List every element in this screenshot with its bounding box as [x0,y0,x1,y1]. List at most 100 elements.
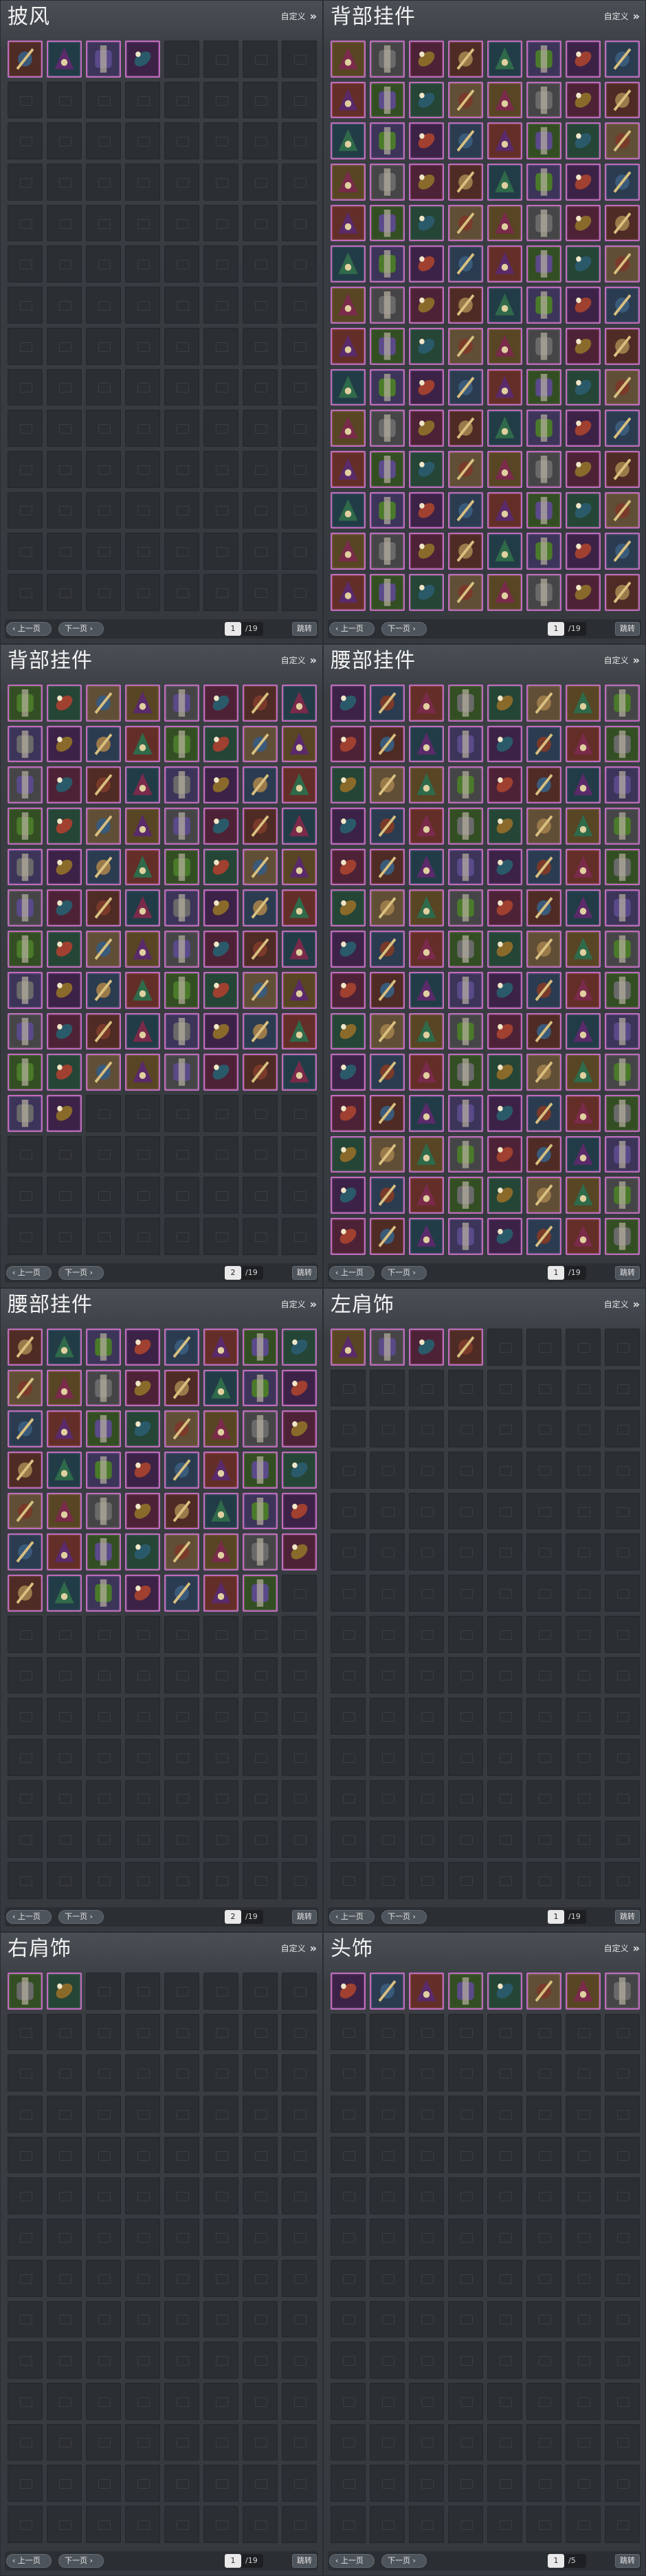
item-slot-empty[interactable] [86,2423,121,2461]
item-slot-empty[interactable] [370,2259,405,2297]
item-slot-empty[interactable] [47,491,82,529]
item-slot-filled[interactable] [86,1329,121,1366]
item-slot-filled[interactable] [605,410,640,447]
item-slot-empty[interactable] [526,2259,561,2297]
item-slot-filled[interactable] [164,889,199,927]
item-slot-empty[interactable] [331,2096,366,2133]
item-slot-empty[interactable] [243,368,278,406]
item-slot-filled[interactable] [331,1329,366,1366]
item-slot-empty[interactable] [164,2054,199,2092]
item-slot-empty[interactable] [331,1410,366,1448]
item-slot-empty[interactable] [282,1575,317,1612]
item-slot-empty[interactable] [409,1861,444,1899]
item-slot-empty[interactable] [331,2342,366,2379]
customize-button[interactable]: 自定义» [281,1298,317,1311]
item-slot-empty[interactable] [448,2096,483,2133]
item-slot-empty[interactable] [448,2259,483,2297]
item-slot-empty[interactable] [243,2054,278,2092]
item-slot-empty[interactable] [47,164,82,201]
item-slot-empty[interactable] [487,2300,522,2338]
item-slot-empty[interactable] [282,573,317,611]
item-slot-filled[interactable] [331,889,366,927]
item-slot-empty[interactable] [47,245,82,283]
item-slot-filled[interactable] [409,808,444,845]
item-slot-filled[interactable] [526,81,561,119]
item-slot-filled[interactable] [203,1410,238,1448]
item-slot-filled[interactable] [487,450,522,488]
item-slot-empty[interactable] [203,164,238,201]
item-slot-empty[interactable] [125,1698,160,1735]
item-slot-empty[interactable] [8,368,43,406]
item-slot-filled[interactable] [526,1177,561,1214]
item-slot-empty[interactable] [86,491,121,529]
item-slot-empty[interactable] [203,122,238,160]
item-slot-filled[interactable] [86,889,121,927]
item-slot-empty[interactable] [282,1698,317,1735]
item-slot-empty[interactable] [125,2300,160,2338]
item-slot-empty[interactable] [203,2096,238,2133]
item-slot-empty[interactable] [331,2259,366,2297]
item-slot-filled[interactable] [526,725,561,763]
item-slot-filled[interactable] [409,41,444,78]
item-slot-empty[interactable] [566,2465,601,2502]
item-slot-empty[interactable] [243,1656,278,1694]
item-slot-filled[interactable] [487,685,522,722]
jump-button[interactable]: 跳转 [292,1910,317,1924]
customize-button[interactable]: 自定义» [604,654,640,667]
item-slot-empty[interactable] [448,2505,483,2543]
item-slot-empty[interactable] [86,573,121,611]
item-slot-empty[interactable] [605,1410,640,1448]
item-slot-filled[interactable] [448,766,483,804]
item-slot-filled[interactable] [47,1054,82,1091]
item-slot-filled[interactable] [125,808,160,845]
item-slot-filled[interactable] [566,164,601,201]
prev-page-button[interactable]: ‹ 上一页 [6,1910,52,1924]
item-slot-filled[interactable] [605,533,640,570]
item-slot-empty[interactable] [605,2136,640,2174]
next-page-button[interactable]: 下一页 › [58,1266,104,1280]
item-slot-empty[interactable] [86,1779,121,1817]
item-slot-filled[interactable] [47,1012,82,1050]
item-slot-empty[interactable] [370,2096,405,2133]
item-slot-filled[interactable] [125,1452,160,1489]
item-slot-empty[interactable] [448,1410,483,1448]
item-slot-empty[interactable] [8,287,43,324]
item-slot-empty[interactable] [125,1779,160,1817]
item-slot-empty[interactable] [243,450,278,488]
item-slot-empty[interactable] [566,1821,601,1858]
item-slot-filled[interactable] [47,808,82,845]
item-slot-empty[interactable] [605,2219,640,2256]
item-slot-empty[interactable] [566,1615,601,1653]
item-slot-filled[interactable] [331,1177,366,1214]
item-slot-empty[interactable] [566,2013,601,2051]
item-slot-filled[interactable] [164,1054,199,1091]
item-slot-filled[interactable] [448,1012,483,1050]
item-slot-filled[interactable] [370,41,405,78]
item-slot-empty[interactable] [47,2259,82,2297]
item-slot-filled[interactable] [409,1329,444,1366]
page-number-input[interactable]: 1 [225,622,241,636]
item-slot-empty[interactable] [331,2136,366,2174]
item-slot-empty[interactable] [203,1861,238,1899]
item-slot-filled[interactable] [203,766,238,804]
item-slot-empty[interactable] [370,2505,405,2543]
item-slot-empty[interactable] [164,2423,199,2461]
item-slot-empty[interactable] [243,1861,278,1899]
item-slot-filled[interactable] [487,725,522,763]
item-slot-filled[interactable] [566,1054,601,1091]
item-slot-filled[interactable] [566,491,601,529]
item-slot-filled[interactable] [566,245,601,283]
item-slot-empty[interactable] [370,1821,405,1858]
item-slot-empty[interactable] [331,1615,366,1653]
prev-page-button[interactable]: ‹ 上一页 [6,1266,52,1280]
item-slot-empty[interactable] [125,533,160,570]
item-slot-filled[interactable] [526,1012,561,1050]
item-slot-empty[interactable] [448,1861,483,1899]
item-slot-empty[interactable] [370,2382,405,2420]
customize-button[interactable]: 自定义» [281,10,317,23]
item-slot-empty[interactable] [86,2300,121,2338]
item-slot-filled[interactable] [8,766,43,804]
item-slot-filled[interactable] [243,889,278,927]
item-slot-filled[interactable] [487,491,522,529]
item-slot-empty[interactable] [86,2505,121,2543]
